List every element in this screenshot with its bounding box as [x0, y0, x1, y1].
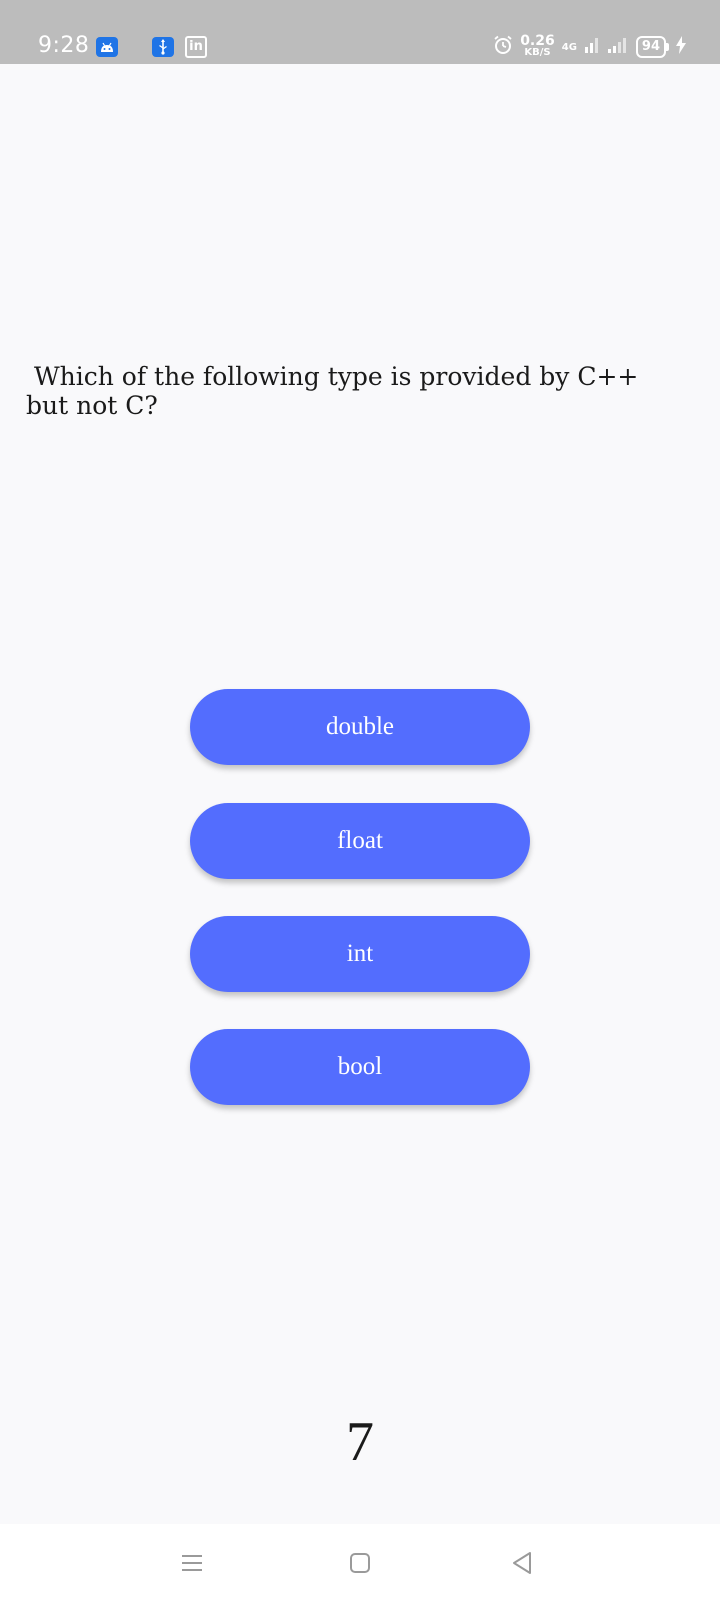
- android-notification-icon: [96, 37, 118, 57]
- charging-icon: [676, 36, 686, 58]
- linkedin-icon: in: [185, 36, 207, 58]
- home-icon[interactable]: [340, 1546, 380, 1580]
- network-speed-unit: KB/S: [524, 47, 551, 58]
- battery-level: 94: [635, 36, 666, 58]
- network-type-label: 4G: [561, 41, 577, 53]
- alarm-icon: [493, 35, 513, 59]
- menu-icon[interactable]: [172, 1546, 212, 1580]
- navigation-bar: [0, 1524, 720, 1600]
- answer-option-int[interactable]: int: [190, 916, 530, 992]
- network-type: 4G: [561, 41, 577, 53]
- status-bar: 9:28 in 0.26 KB/S 4G 94: [0, 0, 720, 64]
- signal-icon: [607, 37, 629, 57]
- network-speed: 0.26 KB/S: [520, 33, 555, 58]
- question-text: Which of the following type is provided …: [26, 362, 639, 420]
- answer-option-bool[interactable]: bool: [190, 1029, 530, 1105]
- status-time: 9:28: [38, 33, 90, 58]
- question-counter: 7: [346, 1411, 374, 1473]
- signal-icon: [584, 37, 600, 57]
- usb-notification-icon: [152, 37, 174, 57]
- answer-option-double[interactable]: double: [190, 689, 530, 765]
- status-indicators: 0.26 KB/S 4G 94: [493, 34, 686, 60]
- battery-icon: 94: [635, 36, 669, 58]
- back-icon[interactable]: [502, 1546, 542, 1580]
- network-speed-value: 0.26: [520, 33, 555, 49]
- answer-option-float[interactable]: float: [190, 803, 530, 879]
